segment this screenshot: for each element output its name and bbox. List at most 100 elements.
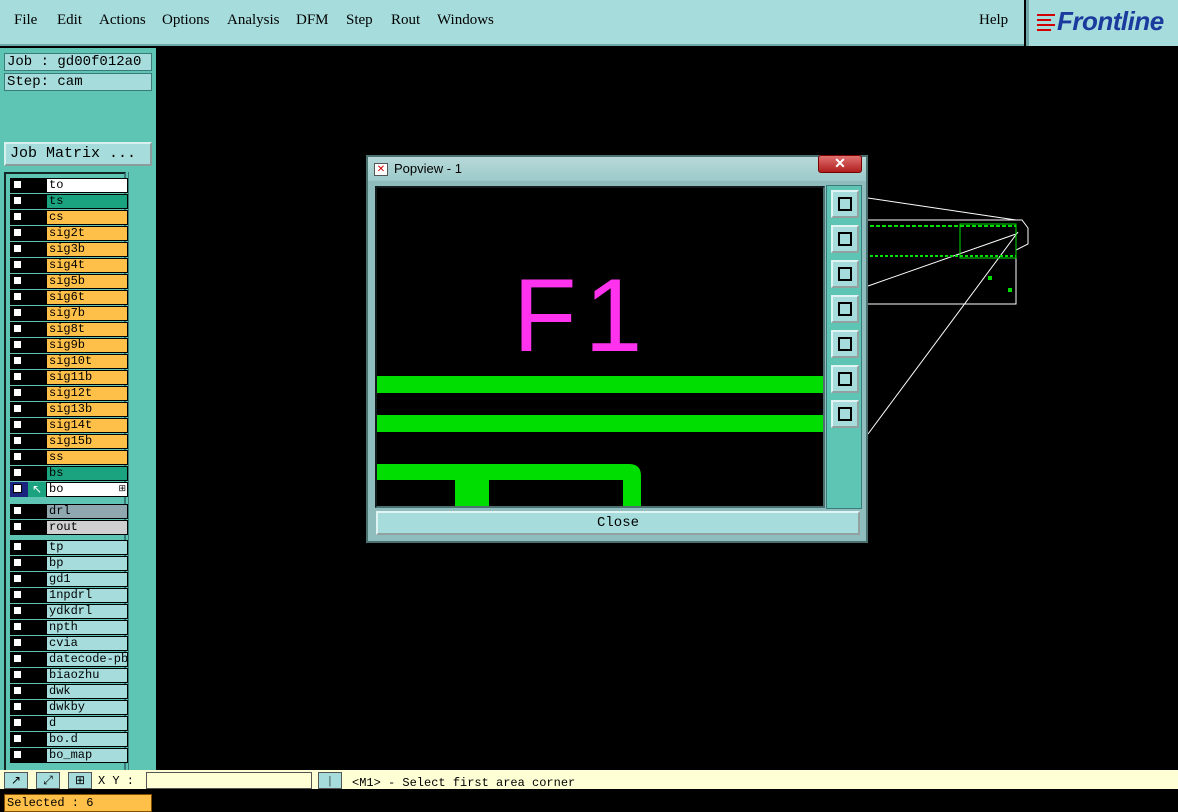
menu-file[interactable]: File — [14, 12, 37, 29]
layer-row-sig10t[interactable]: sig10t — [10, 354, 130, 369]
layer-affected-toggle[interactable] — [28, 306, 46, 321]
layer-row-sig8t[interactable]: sig8t — [10, 322, 130, 337]
menu-help[interactable]: Help — [979, 12, 1008, 29]
layer-row-sig3b[interactable]: sig3b — [10, 242, 130, 257]
layer-checkbox[interactable] — [10, 732, 28, 747]
layer-affected-toggle[interactable] — [28, 210, 46, 225]
menu-options[interactable]: Options — [162, 12, 210, 29]
zoom-window-button[interactable] — [831, 190, 859, 218]
layer-checkbox[interactable] — [10, 450, 28, 465]
layer-checkbox[interactable] — [10, 210, 28, 225]
layer-checkbox[interactable] — [10, 322, 28, 337]
layer-row-rout[interactable]: rout — [10, 520, 130, 535]
layer-affected-toggle[interactable] — [28, 716, 46, 731]
layer-row-datecode-pbe[interactable]: datecode-pbe — [10, 652, 130, 667]
layer-row-1npdrl[interactable]: 1npdrl — [10, 588, 130, 603]
layer-affected-toggle[interactable] — [28, 242, 46, 257]
layer-affected-toggle[interactable] — [28, 700, 46, 715]
layer-checkbox[interactable] — [10, 620, 28, 635]
pause-button[interactable]: | — [318, 772, 342, 789]
layer-checkbox[interactable] — [10, 226, 28, 241]
layer-row-sig15b[interactable]: sig15b — [10, 434, 130, 449]
layer-affected-toggle[interactable] — [28, 434, 46, 449]
coordinate-input[interactable] — [146, 772, 312, 789]
layer-checkbox[interactable] — [10, 652, 28, 667]
layer-affected-toggle[interactable] — [28, 258, 46, 273]
layer-row-d[interactable]: d — [10, 716, 130, 731]
layer-affected-toggle[interactable] — [28, 520, 46, 535]
layer-affected-toggle[interactable] — [28, 450, 46, 465]
layer-affected-toggle[interactable] — [28, 386, 46, 401]
pan-up-button[interactable] — [831, 225, 859, 253]
pan-right-button[interactable] — [831, 330, 859, 358]
layer-row-sig13b[interactable]: sig13b — [10, 402, 130, 417]
layer-row-sig7b[interactable]: sig7b — [10, 306, 130, 321]
layer-row-tp[interactable]: tp — [10, 540, 130, 555]
layer-affected-toggle[interactable] — [28, 290, 46, 305]
popview-close-button[interactable]: Close — [376, 511, 860, 535]
layer-affected-toggle[interactable] — [28, 652, 46, 667]
layer-checkbox[interactable] — [10, 572, 28, 587]
pan-down-button[interactable] — [831, 260, 859, 288]
layer-checkbox[interactable] — [10, 668, 28, 683]
layer-checkbox[interactable] — [10, 700, 28, 715]
popview-titlebar[interactable]: ✕ Popview - 1 — [368, 157, 866, 181]
layer-row-bo[interactable]: ↖ bo ⊞ — [10, 482, 130, 497]
layer-row-cvia[interactable]: cvia — [10, 636, 130, 651]
layer-affected-toggle[interactable] — [28, 354, 46, 369]
layer-affected-toggle[interactable]: ↖ — [28, 482, 46, 497]
layer-affected-toggle[interactable] — [28, 668, 46, 683]
layer-row-sig9b[interactable]: sig9b — [10, 338, 130, 353]
layer-affected-toggle[interactable] — [28, 604, 46, 619]
layer-row-sig12t[interactable]: sig12t — [10, 386, 130, 401]
layer-row-ts[interactable]: ts — [10, 194, 130, 209]
layer-checkbox[interactable] — [10, 556, 28, 571]
menu-actions[interactable]: Actions — [99, 12, 146, 29]
layer-checkbox[interactable] — [10, 402, 28, 417]
layer-affected-toggle[interactable] — [28, 588, 46, 603]
layer-affected-toggle[interactable] — [28, 636, 46, 651]
close-icon[interactable]: ✕ — [818, 155, 862, 173]
layer-row-npth[interactable]: npth — [10, 620, 130, 635]
layer-checkbox[interactable] — [10, 290, 28, 305]
zoom-fit-button[interactable] — [831, 400, 859, 428]
layer-affected-toggle[interactable] — [28, 748, 46, 763]
layer-checkbox[interactable] — [10, 684, 28, 699]
layer-row-to[interactable]: to — [10, 178, 130, 193]
layer-row-sig4t[interactable]: sig4t — [10, 258, 130, 273]
layer-row-dwkby[interactable]: dwkby — [10, 700, 130, 715]
layer-checkbox[interactable] — [10, 636, 28, 651]
job-matrix-button[interactable]: Job Matrix ... — [4, 142, 152, 166]
zoom-tool-button[interactable]: ⤢ — [36, 772, 60, 789]
layer-affected-toggle[interactable] — [28, 466, 46, 481]
menu-dfm[interactable]: DFM — [296, 12, 329, 29]
layer-row-bo-d[interactable]: bo.d — [10, 732, 130, 747]
layer-affected-toggle[interactable] — [28, 620, 46, 635]
layer-checkbox[interactable] — [10, 258, 28, 273]
layer-row-biaozhu[interactable]: biaozhu — [10, 668, 130, 683]
layer-affected-toggle[interactable] — [28, 418, 46, 433]
layer-affected-toggle[interactable] — [28, 684, 46, 699]
layer-checkbox[interactable] — [10, 520, 28, 535]
layer-checkbox[interactable] — [10, 588, 28, 603]
layer-row-bp[interactable]: bp — [10, 556, 130, 571]
layer-checkbox[interactable] — [10, 540, 28, 555]
layer-affected-toggle[interactable] — [28, 226, 46, 241]
layer-affected-toggle[interactable] — [28, 540, 46, 555]
layer-row-ss[interactable]: ss — [10, 450, 130, 465]
layer-checkbox[interactable] — [10, 306, 28, 321]
layer-checkbox[interactable] — [10, 354, 28, 369]
layer-affected-toggle[interactable] — [28, 322, 46, 337]
menu-step[interactable]: Step — [346, 12, 373, 29]
menu-rout[interactable]: Rout — [391, 12, 420, 29]
layer-affected-toggle[interactable] — [28, 370, 46, 385]
zoom-home-button[interactable] — [831, 365, 859, 393]
layer-row-gd1[interactable]: gd1 — [10, 572, 130, 587]
layer-row-bo_map[interactable]: bo_map — [10, 748, 130, 763]
layer-checkbox[interactable] — [10, 338, 28, 353]
layer-affected-toggle[interactable] — [28, 732, 46, 747]
layer-row-sig6t[interactable]: sig6t — [10, 290, 130, 305]
layer-row-drl[interactable]: drl — [10, 504, 130, 519]
layer-affected-toggle[interactable] — [28, 178, 46, 193]
layer-affected-toggle[interactable] — [28, 194, 46, 209]
